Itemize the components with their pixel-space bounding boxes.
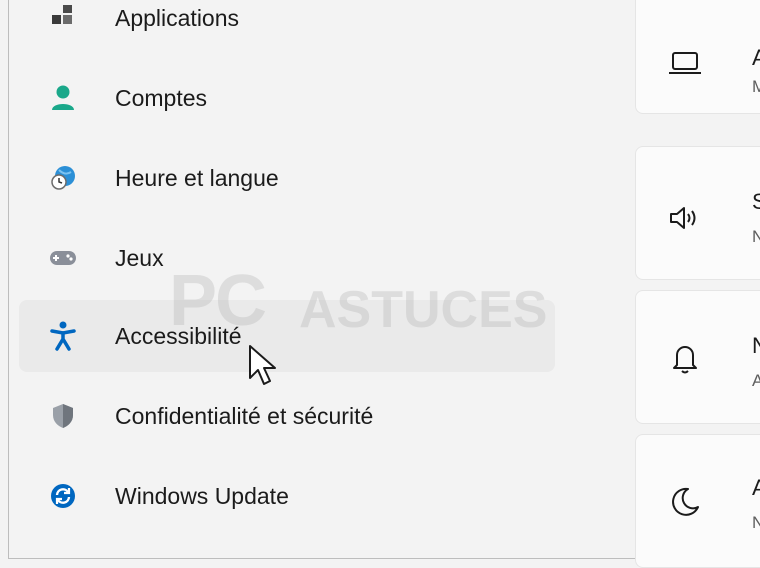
nav-label-applications: Applications — [115, 4, 240, 31]
card-subtitle: N — [752, 227, 760, 246]
settings-nav: Applications Comptes Heure et langue Jeu… — [9, 0, 629, 559]
nav-item-applications[interactable]: Applications — [19, 0, 555, 54]
nav-item-heure-langue[interactable]: Heure et langue — [19, 142, 555, 214]
card-subtitle: M — [752, 77, 760, 96]
speaker-icon — [668, 203, 702, 237]
card-title: N — [752, 333, 760, 358]
bell-icon — [668, 341, 702, 375]
nav-item-windows-update[interactable]: Windows Update — [19, 460, 555, 532]
card-focus[interactable]: A N — [635, 434, 760, 568]
apps-icon — [49, 4, 77, 32]
nav-label-confidentialite: Confidentialité et sécurité — [115, 402, 374, 429]
card-sound[interactable]: S N — [635, 146, 760, 280]
nav-label-comptes: Comptes — [115, 84, 208, 111]
gamepad-icon — [49, 244, 77, 272]
nav-item-jeux[interactable]: Jeux — [19, 222, 555, 294]
nav-item-accessibilite[interactable]: Accessibilité — [19, 300, 555, 372]
card-subtitle: A — [752, 371, 760, 390]
settings-cards: A M S N N A A N — [635, 0, 760, 568]
settings-window: Applications Comptes Heure et langue Jeu… — [8, 0, 760, 568]
nav-item-confidentialite[interactable]: Confidentialité et sécurité — [19, 380, 555, 452]
accessibility-icon — [49, 321, 77, 351]
account-icon — [49, 84, 77, 112]
nav-label-heure-langue: Heure et langue — [115, 164, 279, 191]
nav-label-windows-update: Windows Update — [115, 482, 289, 509]
time-language-icon — [49, 164, 77, 192]
card-notifications[interactable]: N A — [635, 290, 760, 424]
nav-label-jeux: Jeux — [115, 244, 164, 271]
card-subtitle: N — [752, 513, 760, 532]
card-display[interactable]: A M — [635, 0, 760, 114]
moon-icon — [668, 485, 702, 519]
windows-update-icon — [49, 482, 77, 510]
card-title: S — [752, 189, 760, 214]
nav-item-comptes[interactable]: Comptes — [19, 62, 555, 134]
laptop-icon — [668, 49, 702, 83]
nav-label-accessibilite: Accessibilité — [115, 322, 242, 349]
mouse-cursor-icon — [247, 344, 281, 388]
shield-icon — [49, 402, 77, 430]
card-title: A — [752, 475, 760, 500]
card-title: A — [752, 45, 760, 70]
